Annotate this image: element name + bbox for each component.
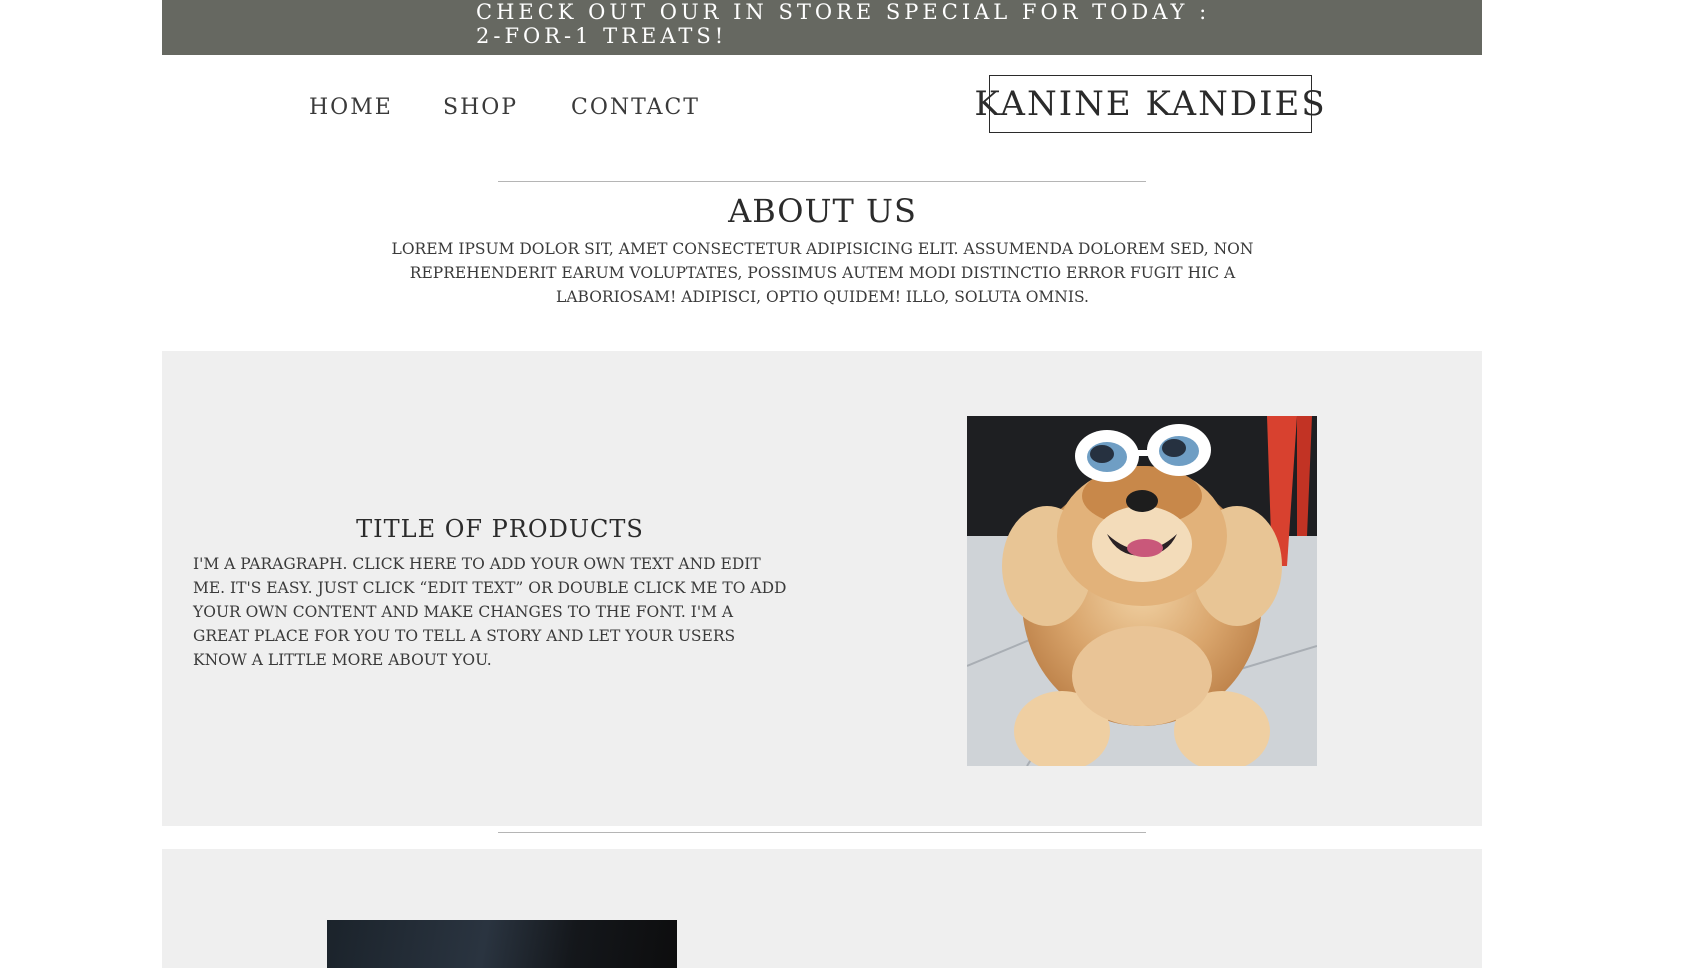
about-title: About Us xyxy=(728,192,917,230)
dark-photo xyxy=(327,920,677,968)
nav-contact[interactable]: Contact xyxy=(571,95,700,120)
promo-text: Check out our in store special for today… xyxy=(476,0,1211,48)
promo-banner: Check out our in store special for today… xyxy=(162,0,1482,55)
product-body: I'm a paragraph. Click here to add your … xyxy=(193,555,787,669)
site-logo[interactable]: Kanine Kandies xyxy=(974,75,1325,133)
logo-text: Kanine Kandies xyxy=(974,84,1327,124)
divider-bottom xyxy=(498,832,1146,833)
nav-shop[interactable]: Shop xyxy=(443,95,518,120)
dog-with-sunglasses-photo xyxy=(967,416,1317,766)
about-body: Lorem ipsum dolor sit, amet consectetur … xyxy=(391,240,1254,306)
nav-home[interactable]: Home xyxy=(309,95,393,120)
divider-top xyxy=(498,181,1146,182)
product-title: Title of Products xyxy=(356,515,644,543)
